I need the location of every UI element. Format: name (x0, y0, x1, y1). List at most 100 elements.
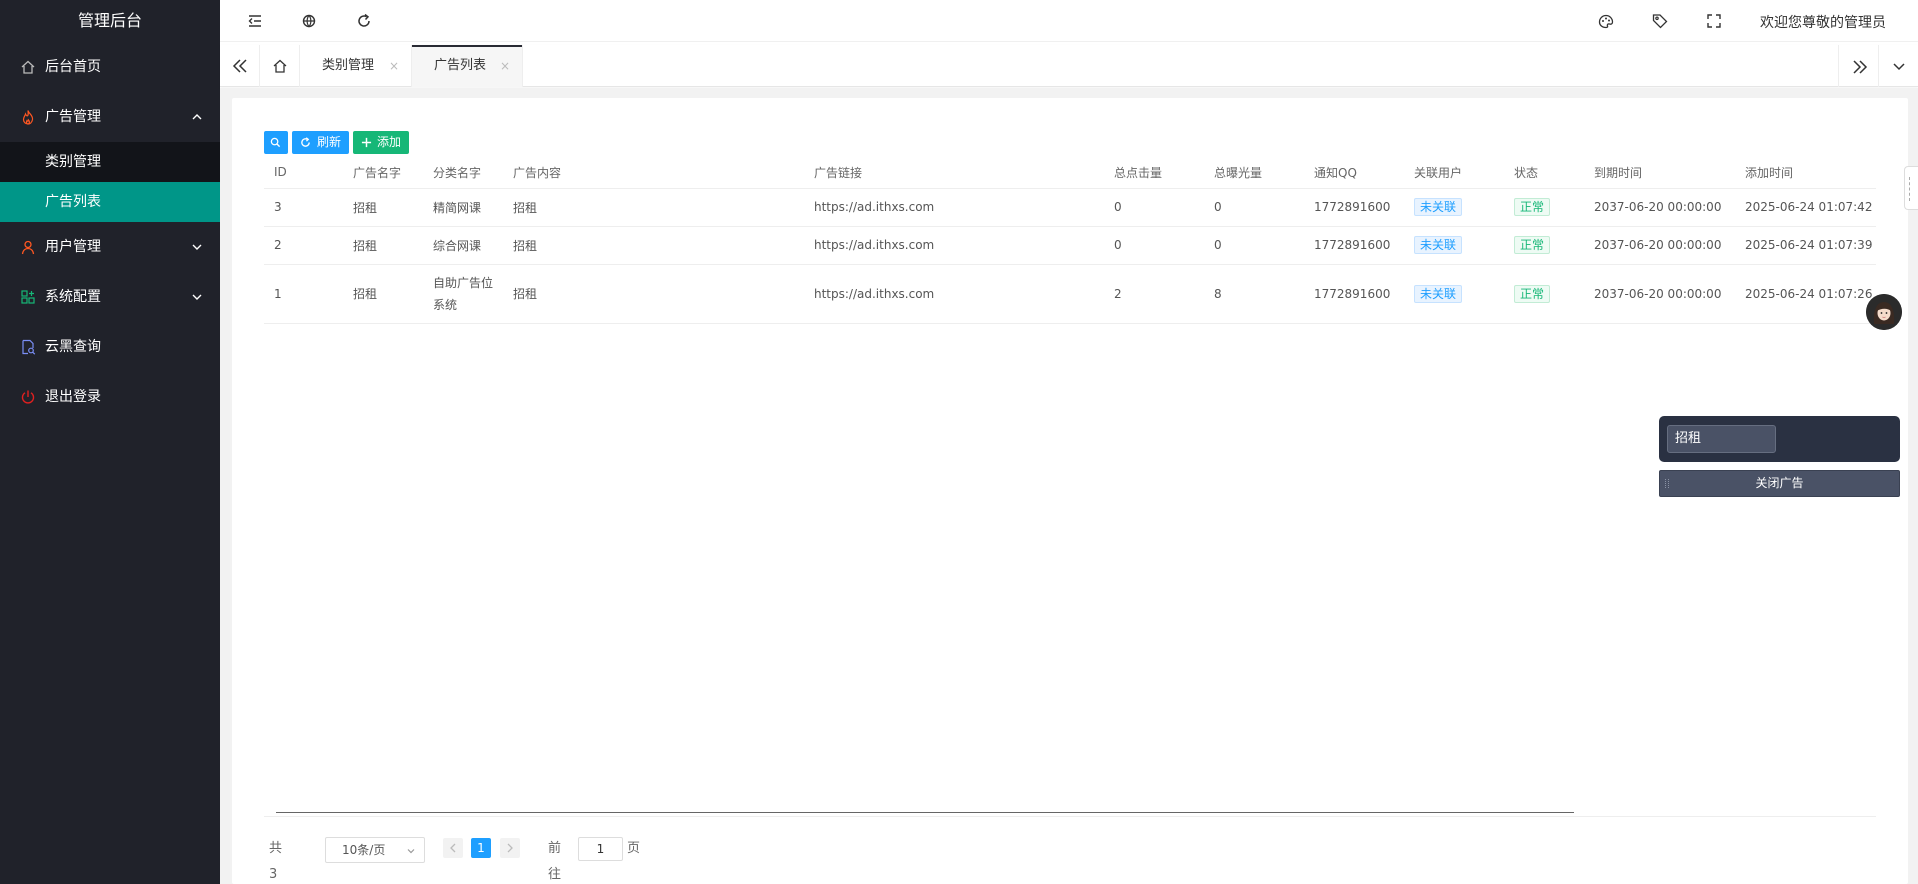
cell-link: https://ad.ithxs.com (804, 188, 1104, 227)
table-row[interactable]: 3 招租 精简网课 招租 https://ad.ithxs.com 0 0 17… (264, 188, 1876, 227)
user-badge: 未关联 (1414, 284, 1463, 303)
next-page-button[interactable] (500, 838, 520, 858)
column-header[interactable]: 添加时间 (1735, 157, 1876, 189)
tab-ad-list[interactable]: 广告列表 × (412, 45, 523, 87)
grid-icon (21, 290, 35, 304)
sidebar-item-label: 后台首页 (45, 59, 101, 75)
refresh-button[interactable]: 刷新 (292, 131, 349, 154)
cell-category: 精简网课 (423, 188, 503, 227)
tabs-scroll-right-button[interactable] (1838, 45, 1878, 87)
refresh-icon (301, 137, 310, 147)
sidebar-item-logout[interactable]: 退出登录 (0, 372, 220, 422)
cell-expire: 2037-06-20 00:00:00 (1584, 264, 1735, 324)
page-number-current[interactable]: 1 (471, 838, 491, 858)
table-row[interactable]: 1 招租 自助广告位 系统 招租 https://ad.ithxs.com 2 8… (264, 264, 1876, 324)
home-icon (273, 59, 287, 73)
theme-icon[interactable] (1597, 12, 1615, 30)
chevron-down-icon (192, 244, 202, 250)
column-header[interactable]: 广告名字 (343, 157, 423, 189)
tab-label: 类别管理 (322, 58, 375, 73)
horizontal-scrollbar[interactable] (276, 812, 1574, 813)
user-badge: 未关联 (1414, 236, 1463, 254)
grip-icon (1909, 177, 1914, 201)
column-header[interactable]: 广告内容 (503, 157, 804, 189)
welcome-text[interactable]: 欢迎您尊敬的管理员 (1760, 12, 1886, 32)
sidebar-item-users[interactable]: 用户管理 (0, 222, 220, 272)
refresh-icon[interactable] (355, 12, 373, 30)
column-header[interactable]: 关联用户 (1404, 157, 1504, 189)
cell-category: 综合网课 (423, 226, 503, 265)
column-header[interactable]: ID (264, 157, 343, 189)
tag-icon[interactable] (1651, 12, 1669, 30)
chevron-down-icon (192, 294, 202, 300)
prev-page-button[interactable] (443, 838, 463, 858)
floating-ad-text[interactable]: 招租 (1667, 425, 1776, 453)
column-header[interactable]: 到期时间 (1584, 157, 1735, 189)
sidebar-subitem-label: 类别管理 (45, 154, 101, 170)
fire-icon (22, 110, 34, 125)
status-badge: 正常 (1514, 284, 1551, 303)
cell-qq: 1772891600 (1304, 226, 1404, 265)
sidebar-item-label: 退出登录 (45, 389, 101, 405)
column-header[interactable]: 状态 (1504, 157, 1584, 189)
cell-views: 0 (1204, 226, 1304, 265)
search-doc-icon (22, 339, 36, 355)
sidebar-item-home[interactable]: 后台首页 (0, 42, 220, 92)
chevron-up-icon (192, 114, 202, 120)
cell-user: 未关联 (1404, 188, 1504, 227)
ad-table: ID 广告名字 分类名字 广告内容 广告链接 总点击量 总曝光量 通知QQ 关联… (264, 157, 1876, 324)
status-badge: 正常 (1514, 198, 1551, 216)
chevron-down-icon (1893, 63, 1905, 71)
refresh-button-label: 刷新 (317, 135, 342, 149)
cell-status: 正常 (1504, 226, 1584, 265)
sidebar-item-blacklist[interactable]: 云黑查询 (0, 322, 220, 372)
sidebar-item-ads[interactable]: 广告管理 (0, 92, 220, 142)
search-button[interactable] (264, 131, 288, 154)
sidebar-subitem-ad-list[interactable]: 广告列表 (0, 182, 220, 222)
add-button-label: 添加 (377, 135, 402, 149)
page-size-select[interactable]: 10条/页 (325, 837, 425, 863)
add-button[interactable]: 添加 (353, 131, 409, 154)
goto-page-input[interactable] (578, 837, 623, 861)
table-row[interactable]: 2 招租 综合网课 招租 https://ad.ithxs.com 0 0 17… (264, 226, 1876, 265)
cell-category: 自助广告位 系统 (423, 264, 503, 324)
sidebar-item-settings[interactable]: 系统配置 (0, 272, 220, 322)
table-footer-divider (264, 816, 1876, 817)
page-size-value: 10条/页 (342, 843, 386, 857)
close-icon[interactable]: × (500, 45, 510, 87)
column-header[interactable]: 广告链接 (804, 157, 1104, 189)
chevron-right-icon (507, 843, 513, 853)
double-chevron-left-icon (232, 59, 247, 73)
cell-expire: 2037-06-20 00:00:00 (1584, 226, 1735, 265)
tab-category[interactable]: 类别管理 × (300, 45, 412, 87)
page-suffix: 页 (627, 841, 641, 856)
sidebar-subitem-category[interactable]: 类别管理 (0, 142, 220, 182)
side-drawer-handle[interactable] (1904, 166, 1918, 210)
cell-id: 2 (264, 226, 343, 265)
cell-content: 招租 (503, 226, 804, 265)
tabs-scroll-left-button[interactable] (220, 45, 260, 87)
column-header[interactable]: 总点击量 (1104, 157, 1204, 189)
column-header[interactable]: 分类名字 (423, 157, 503, 189)
globe-icon[interactable] (300, 12, 318, 30)
menu-fold-icon[interactable] (246, 12, 264, 30)
column-header[interactable]: 总曝光量 (1204, 157, 1304, 189)
double-chevron-right-icon (1853, 60, 1868, 74)
avatar[interactable] (1866, 294, 1902, 330)
fullscreen-icon[interactable] (1705, 12, 1723, 30)
goto-label: 前往 (548, 841, 562, 882)
category-text: 综合网课 (433, 238, 482, 253)
cell-qq: 1772891600 (1304, 188, 1404, 227)
cell-clicks: 0 (1104, 226, 1204, 265)
tab-home[interactable] (260, 45, 300, 87)
sidebar: 管理后台 后台首页 广告管理 类别管理 广告列表 用户管理 系统配置 云黑查询 … (0, 0, 220, 884)
tabs-menu-dropdown[interactable] (1878, 45, 1918, 87)
cell-name: 招租 (343, 226, 423, 265)
close-icon[interactable]: × (389, 45, 399, 87)
sidebar-subitem-label: 广告列表 (45, 194, 101, 210)
cell-clicks: 0 (1104, 188, 1204, 227)
column-header[interactable]: 通知QQ (1304, 157, 1404, 189)
close-ad-button[interactable]: 关闭广告 (1659, 470, 1900, 497)
cell-content: 招租 (503, 188, 804, 227)
drag-handle-icon[interactable] (1665, 479, 1669, 488)
